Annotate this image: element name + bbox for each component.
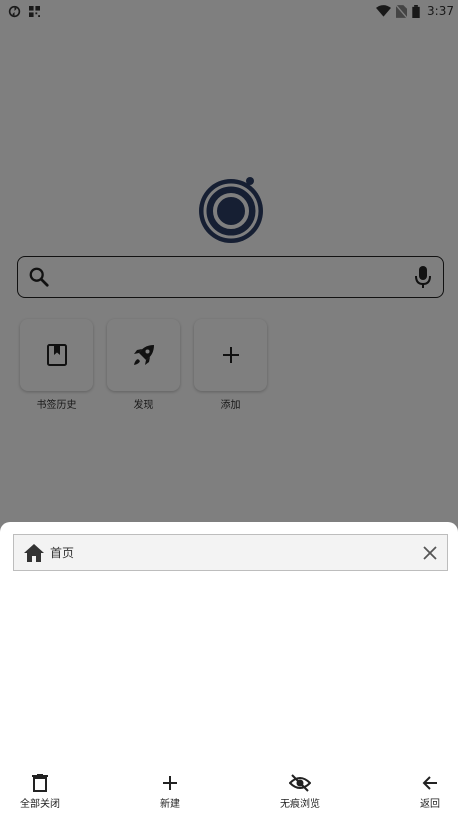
close-all-button[interactable]: 全部关闭 — [20, 774, 60, 810]
new-tab-label: 新建 — [160, 799, 180, 810]
close-all-label: 全部关闭 — [20, 799, 60, 810]
incognito-button[interactable]: 无痕浏览 — [280, 774, 320, 810]
incognito-label: 无痕浏览 — [280, 799, 320, 810]
arrow-left-icon — [422, 774, 438, 792]
tab-toolbar: 全部关闭 新建 无痕浏览 返回 — [0, 774, 458, 820]
tab-manager-sheet: 首页 全部关闭 新建 无痕浏览 返回 — [0, 522, 458, 820]
back-label: 返回 — [420, 799, 440, 810]
eye-off-icon — [289, 774, 311, 792]
back-button[interactable]: 返回 — [420, 774, 440, 810]
tab-item[interactable]: 首页 — [13, 534, 448, 571]
new-tab-button[interactable]: 新建 — [160, 774, 180, 810]
plus-icon — [162, 774, 178, 792]
close-icon[interactable] — [423, 545, 437, 560]
tab-title: 首页 — [50, 546, 75, 560]
home-icon — [24, 543, 44, 562]
trash-icon — [32, 774, 48, 792]
